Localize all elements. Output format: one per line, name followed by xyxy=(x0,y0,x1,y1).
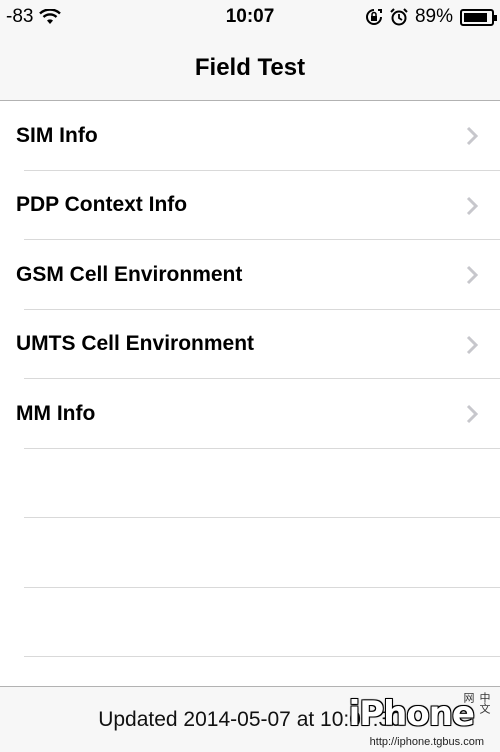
watermark: iPhone 中文网 http://iphone.tgbus.com xyxy=(344,692,494,748)
chevron-right-icon xyxy=(466,265,479,285)
empty-row xyxy=(0,518,500,588)
chevron-right-icon xyxy=(466,404,479,424)
menu-item-label: MM Info xyxy=(16,401,96,425)
menu-list: SIM Info PDP Context Info GSM Cell Envir… xyxy=(0,101,500,657)
watermark-logo: iPhone xyxy=(348,694,475,734)
page-title: Field Test xyxy=(194,54,306,81)
empty-row xyxy=(0,449,500,519)
watermark-url: http://iphone.tgbus.com xyxy=(369,736,484,748)
menu-item-label: SIM Info xyxy=(16,123,98,147)
nav-bar: Field Test xyxy=(0,36,500,101)
empty-row xyxy=(0,588,500,658)
watermark-chinese: 中文网 xyxy=(462,692,490,714)
menu-item-label: GSM Cell Environment xyxy=(16,262,243,286)
menu-item-mm-info[interactable]: MM Info xyxy=(0,379,500,449)
menu-item-label: PDP Context Info xyxy=(16,193,188,217)
menu-item-label: UMTS Cell Environment xyxy=(16,332,255,356)
alarm-icon xyxy=(390,8,408,26)
chevron-right-icon xyxy=(466,335,479,354)
status-bar: -83 10:07 89% xyxy=(0,0,500,36)
menu-item-pdp-context-info[interactable]: PDP Context Info xyxy=(0,171,500,241)
menu-item-gsm-cell-environment[interactable]: GSM Cell Environment xyxy=(0,240,500,310)
menu-item-sim-info[interactable]: SIM Info xyxy=(0,101,500,171)
menu-item-umts-cell-environment[interactable]: UMTS Cell Environment xyxy=(0,310,500,380)
chevron-right-icon xyxy=(466,126,479,146)
chevron-right-icon xyxy=(466,196,479,215)
status-right: 89% xyxy=(365,6,497,28)
battery-icon xyxy=(460,8,497,26)
battery-percent: 89% xyxy=(414,6,453,27)
rotation-lock-icon xyxy=(365,9,382,25)
